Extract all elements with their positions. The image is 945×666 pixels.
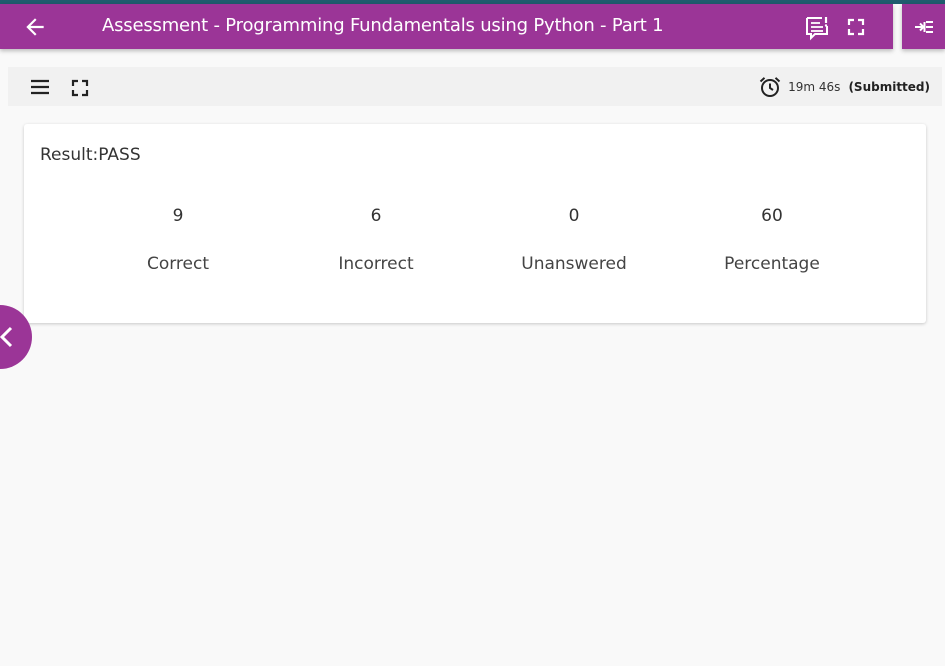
stat-label: Percentage: [724, 254, 820, 274]
fullscreen-button[interactable]: [846, 17, 866, 37]
stat-percentage: 60 Percentage: [682, 204, 862, 276]
result-label: Result:PASS: [40, 145, 141, 165]
collapse-right-icon: [915, 21, 933, 33]
menu-button[interactable]: [28, 77, 52, 97]
stat-value: 60: [761, 206, 783, 226]
fullscreen-icon: [847, 18, 865, 36]
stat-value: 9: [172, 206, 184, 226]
arrow-left-icon: [26, 18, 44, 36]
feedback-icon: [806, 17, 828, 41]
stat-value: 6: [370, 206, 382, 226]
stat-label: Correct: [146, 254, 210, 274]
elapsed-time: 19m 46s: [788, 80, 841, 94]
side-panel-toggle-button[interactable]: [902, 4, 945, 49]
expand-button[interactable]: [71, 79, 89, 97]
submission-status: (Submitted): [848, 80, 930, 94]
assessment-toolbar: 19m 46s (Submitted): [8, 67, 942, 106]
stat-value: 0: [568, 206, 580, 226]
stat-label: Incorrect: [338, 254, 414, 274]
expand-icon: [71, 79, 89, 97]
app-bar: Assessment - Programming Fundamentals us…: [0, 4, 893, 49]
stat-incorrect: 6 Incorrect: [286, 204, 466, 276]
result-card: Result:PASS 9 Correct 6 Incorrect 0 Unan…: [24, 124, 926, 323]
timer: 19m 46s (Submitted): [758, 75, 930, 99]
stat-unanswered: 0 Unanswered: [484, 204, 664, 276]
feedback-button[interactable]: [804, 15, 830, 41]
back-button[interactable]: [22, 14, 48, 40]
hamburger-menu-icon: [31, 79, 49, 95]
page-title: Assessment - Programming Fundamentals us…: [102, 15, 664, 36]
alarm-clock-icon: [759, 77, 781, 97]
chevron-left-icon: [0, 326, 13, 348]
stat-correct: 9 Correct: [88, 204, 268, 276]
stat-label: Unanswered: [521, 254, 627, 274]
